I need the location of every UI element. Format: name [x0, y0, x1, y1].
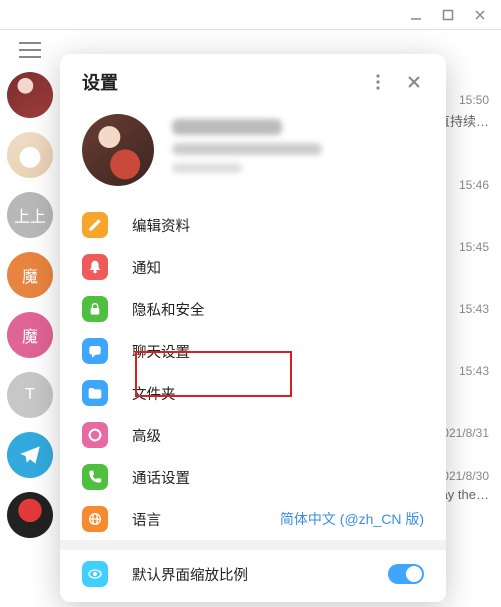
menu-label: 文件夹	[132, 383, 424, 404]
profile-status-hidden	[172, 163, 242, 173]
settings-menu: 编辑资料通知隐私和安全聊天设置文件夹高级通话设置语言 简体中文 (@zh_CN 版…	[60, 204, 446, 540]
chat-avatar-rail: 上上魔魔T	[0, 30, 60, 607]
chat-avatar[interactable]: 魔	[7, 252, 53, 298]
menu-item-advanced[interactable]: 高级	[60, 414, 446, 456]
chat-avatar[interactable]	[7, 432, 53, 478]
profile-name-hidden	[172, 119, 282, 135]
menu-item-privacy-security[interactable]: 隐私和安全	[60, 288, 446, 330]
menu-item-edit-profile[interactable]: 编辑资料	[60, 204, 446, 246]
menu-item-calls[interactable]: 通话设置	[60, 456, 446, 498]
phone-icon	[82, 464, 108, 490]
scale-toggle[interactable]	[388, 564, 424, 584]
chat-avatar[interactable]: 魔	[7, 312, 53, 358]
more-menu-button[interactable]	[360, 64, 396, 100]
chat-time: 15:50	[459, 93, 489, 107]
lock-icon	[82, 296, 108, 322]
chat-time: 15:46	[459, 178, 489, 192]
chat-avatar[interactable]: T	[7, 372, 53, 418]
menu-label: 隐私和安全	[132, 299, 424, 320]
menu-extra: 简体中文 (@zh_CN 版)	[280, 509, 424, 529]
chat-preview: ay the…	[441, 487, 489, 502]
settings-title: 设置	[82, 69, 360, 95]
chat-time: 021/8/31	[442, 426, 489, 440]
menu-item-language[interactable]: 语言 简体中文 (@zh_CN 版)	[60, 498, 446, 540]
minimize-button[interactable]	[409, 8, 423, 22]
chat-time: 15:43	[459, 302, 489, 316]
default-scale-row[interactable]: 默认界面缩放比例	[60, 550, 446, 598]
settings-modal: 设置 编辑资料通知隐私和安全聊天设置文件夹高级通话设置语言 简体中文 (@zh_C…	[60, 54, 446, 602]
wrench-icon	[82, 422, 108, 448]
modal-header: 设置	[60, 54, 446, 110]
eye-icon	[82, 561, 108, 587]
menu-label: 高级	[132, 425, 424, 446]
folder-icon	[82, 380, 108, 406]
menu-label: 通话设置	[132, 467, 424, 488]
chat-avatar[interactable]	[7, 492, 53, 538]
chat-avatar[interactable]: 上上	[7, 192, 53, 238]
profile-section[interactable]	[60, 110, 446, 204]
bell-icon	[82, 254, 108, 280]
chat-avatar[interactable]	[7, 72, 53, 118]
window-titlebar	[0, 0, 501, 30]
chat-avatar[interactable]	[7, 132, 53, 178]
chat-time: 021/8/30	[442, 469, 489, 483]
close-button[interactable]	[396, 64, 432, 100]
default-scale-label: 默认界面缩放比例	[132, 564, 364, 585]
menu-label: 编辑资料	[132, 215, 424, 236]
profile-info	[172, 119, 424, 181]
menu-label: 通知	[132, 257, 424, 278]
menu-item-notifications[interactable]: 通知	[60, 246, 446, 288]
menu-hamburger-icon[interactable]	[19, 42, 41, 58]
chat-time: 15:45	[459, 240, 489, 254]
menu-item-folders[interactable]: 文件夹	[60, 372, 446, 414]
profile-avatar	[82, 114, 154, 186]
menu-label: 语言	[132, 509, 256, 530]
chat-icon	[82, 338, 108, 364]
globe-icon	[82, 506, 108, 532]
chat-time: 15:43	[459, 364, 489, 378]
pencil-icon	[82, 212, 108, 238]
window-close-button[interactable]	[473, 8, 487, 22]
profile-phone-hidden	[172, 143, 322, 155]
maximize-button[interactable]	[441, 8, 455, 22]
menu-item-chat-settings[interactable]: 聊天设置	[60, 330, 446, 372]
section-divider	[60, 540, 446, 550]
menu-label: 聊天设置	[132, 341, 424, 362]
